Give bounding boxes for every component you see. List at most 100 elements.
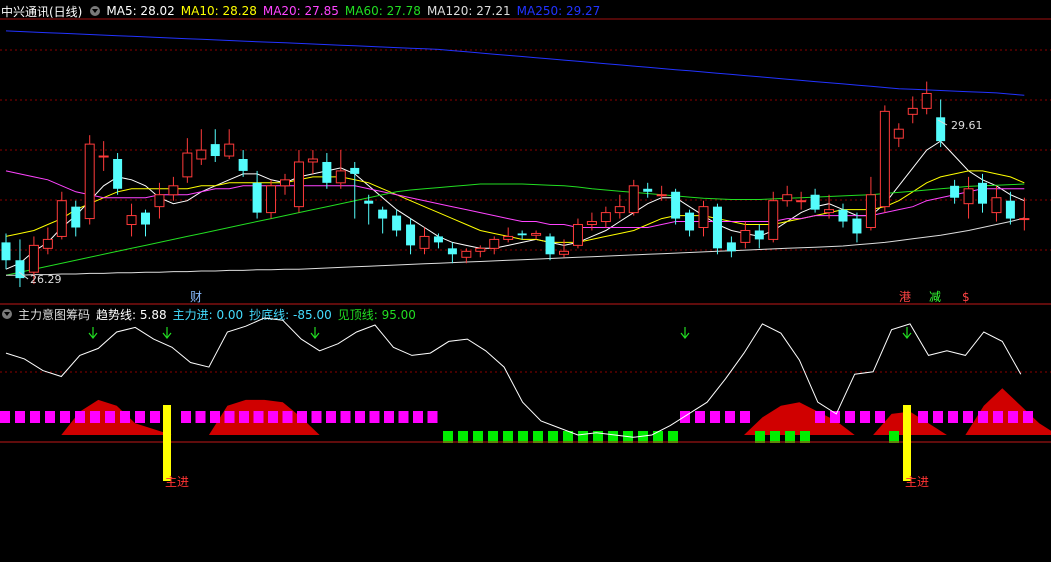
candle-up — [56, 200, 67, 237]
magenta-block — [150, 411, 160, 423]
green-block — [578, 431, 588, 443]
candle-up — [168, 185, 179, 196]
candle-up — [656, 194, 667, 197]
magenta-block — [680, 411, 690, 423]
magenta-block — [120, 411, 130, 423]
magenta-block — [60, 411, 70, 423]
magenta-block — [978, 411, 988, 423]
candle-down — [364, 200, 374, 204]
candle-up — [559, 250, 569, 255]
magenta-block — [15, 411, 25, 423]
candle-down — [838, 209, 848, 222]
candle-down — [978, 182, 987, 204]
candle-down — [754, 230, 764, 240]
candle-down — [113, 159, 123, 189]
candle-up — [921, 92, 932, 109]
candle-up — [698, 206, 709, 229]
candle-up — [475, 247, 486, 252]
candle-up — [196, 149, 207, 160]
candle-up — [503, 235, 514, 240]
candle-down — [643, 188, 653, 192]
green-block — [533, 431, 543, 443]
candle-down — [1005, 200, 1015, 219]
green-block — [889, 431, 899, 443]
candle-down — [322, 161, 332, 183]
magenta-block — [918, 411, 928, 423]
green-block — [755, 431, 765, 443]
candle-up — [796, 200, 807, 203]
magenta-block — [0, 411, 10, 423]
magenta-block — [326, 411, 336, 423]
magenta-block — [45, 411, 55, 423]
magenta-block — [90, 411, 100, 423]
candle-up — [419, 235, 430, 249]
magenta-block — [725, 411, 735, 423]
candle-up — [824, 209, 835, 214]
magenta-block — [30, 411, 40, 423]
magenta-block — [860, 411, 870, 423]
ma-line-ma250 — [5, 30, 1025, 96]
candle-down — [852, 218, 862, 234]
green-block — [668, 431, 678, 443]
candle-up — [280, 179, 290, 187]
candle-up — [963, 188, 974, 205]
candle-down — [447, 248, 457, 255]
green-block — [458, 431, 468, 443]
event-marker: 港 — [899, 290, 911, 304]
candle-up — [893, 128, 904, 139]
magenta-block — [993, 411, 1003, 423]
chart-canvas[interactable]: 29.61 26.29 财 港 减 $ 主进 主进 — [0, 0, 1051, 562]
green-block — [518, 431, 528, 443]
magenta-block — [815, 411, 825, 423]
green-block — [800, 431, 810, 443]
candle-up — [154, 194, 165, 208]
magenta-block — [695, 411, 705, 423]
candle-up — [991, 197, 1002, 214]
candle-down — [238, 159, 248, 171]
candle-down — [810, 194, 820, 210]
candle-up — [782, 194, 793, 202]
candle-down — [350, 167, 360, 174]
magenta-block — [369, 411, 380, 423]
main-entry-bar — [903, 405, 911, 481]
candle-up — [628, 185, 639, 214]
candle-up — [266, 185, 277, 214]
magenta-block — [427, 411, 438, 423]
event-marker: 减 — [929, 290, 941, 304]
candle-up — [461, 250, 472, 258]
magenta-block — [933, 411, 943, 423]
main-entry-label: 主进 — [905, 475, 929, 489]
candle-up — [614, 206, 625, 214]
magenta-block — [105, 411, 115, 423]
candle-down — [378, 209, 388, 219]
magenta-block — [311, 411, 322, 423]
candle-up — [182, 152, 193, 178]
candle-down — [950, 185, 960, 198]
magenta-block — [340, 411, 351, 423]
magenta-block — [135, 411, 145, 423]
magenta-block — [948, 411, 958, 423]
magenta-block — [1023, 411, 1033, 423]
green-block — [653, 431, 663, 443]
candle-up — [879, 110, 890, 208]
candle-down — [671, 191, 681, 219]
candle-up — [98, 155, 109, 158]
candle-up — [907, 107, 918, 115]
high-price-label: 29.61 — [951, 119, 983, 132]
candle-up — [865, 194, 876, 229]
magenta-block — [224, 411, 235, 423]
candle-up — [572, 224, 583, 246]
green-block — [473, 431, 483, 443]
green-block — [608, 431, 618, 443]
magenta-block — [210, 411, 220, 423]
candle-down — [517, 233, 527, 236]
candle-up — [600, 212, 611, 223]
magenta-block — [75, 411, 85, 423]
magenta-block — [740, 411, 750, 423]
candle-up — [586, 221, 597, 226]
magenta-block — [963, 411, 973, 423]
candle-down — [712, 206, 722, 249]
candle-down — [141, 212, 150, 225]
green-block — [548, 431, 558, 443]
magenta-block — [1008, 411, 1018, 423]
